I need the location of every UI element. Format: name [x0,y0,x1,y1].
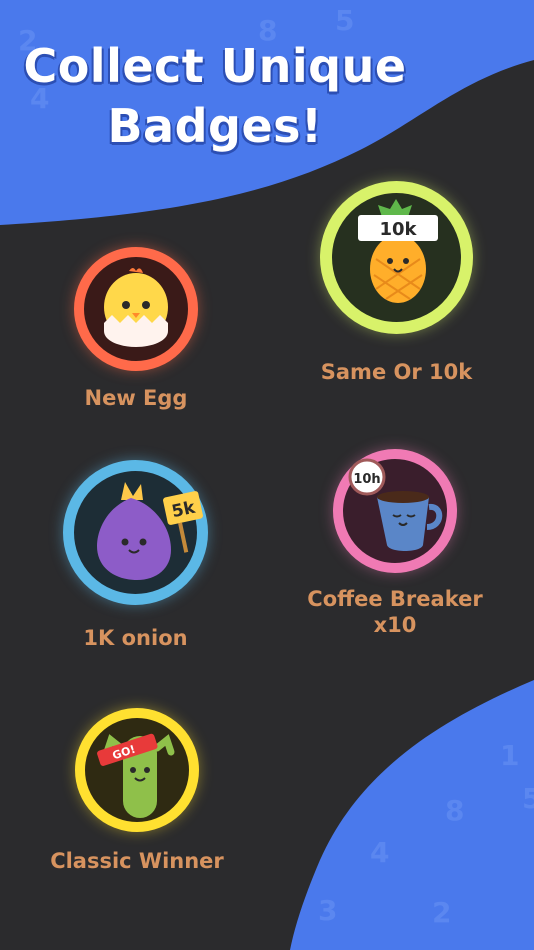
svg-text:3: 3 [318,894,337,927]
svg-text:4: 4 [370,836,389,869]
badge-label-line-2: x10 [373,613,417,637]
badge-label: Same Or 10k [320,360,473,384]
coffee-sign: 10h [353,472,380,487]
svg-text:2: 2 [432,896,451,929]
svg-text:5: 5 [522,782,534,815]
badge-1k-onion[interactable]: 5k 1K onion [63,460,208,650]
badge-same-or-10k[interactable]: 10k Same Or 10k [320,181,473,384]
page-title: Collect Unique Badges! [0,36,430,156]
badge-classic-winner[interactable]: GO! Classic Winner [50,708,224,873]
badge-new-egg[interactable]: New Egg [74,247,198,410]
badge-label: New Egg [84,386,188,410]
title-line-1: Collect Unique [23,39,407,93]
badge-coffee-breaker[interactable]: 10h Coffee Breaker x10 [307,449,483,637]
badge-label: Coffee Breaker x10 [289,586,501,638]
title-line-2: Badges! [107,99,323,153]
coffee-cup-icon: 10h [348,458,443,551]
pineapple-icon: 10k [358,199,438,303]
badge-label-line-1: Coffee Breaker [307,587,483,611]
pineapple-sign: 10k [379,219,417,240]
onion-icon: 5k [97,482,203,580]
svg-text:8: 8 [445,794,464,827]
badge-label: Classic Winner [50,849,224,873]
svg-text:1: 1 [500,739,519,772]
chick-in-egg-icon [104,268,168,347]
badge-label: 1K onion [83,626,188,650]
cucumber-icon: GO! [97,733,175,818]
svg-text:5: 5 [335,4,354,37]
